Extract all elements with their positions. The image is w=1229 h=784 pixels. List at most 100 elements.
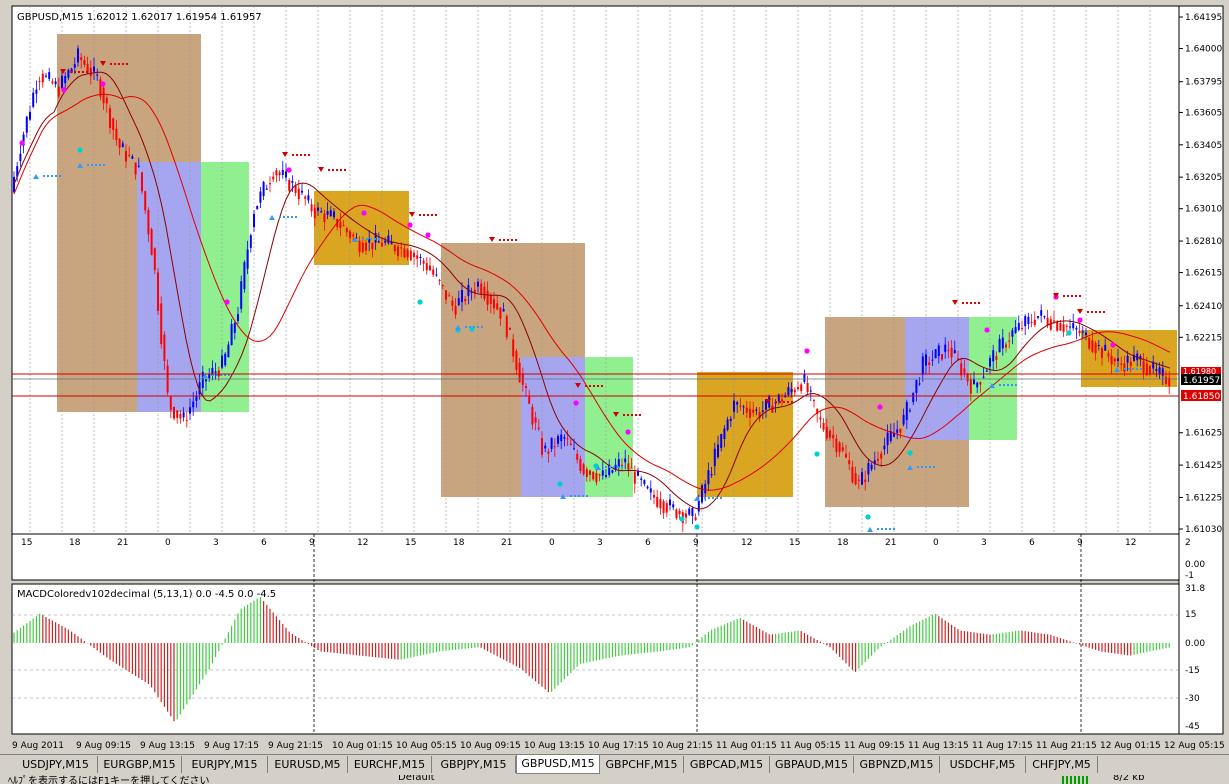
candle-body xyxy=(806,382,809,392)
tab-usdjpy-m15[interactable]: USDJPY,M15 xyxy=(14,756,98,773)
candle-body xyxy=(947,349,950,351)
candle-body xyxy=(93,66,95,72)
candle-body xyxy=(659,499,662,509)
candle-body xyxy=(365,242,367,251)
candle-body xyxy=(710,474,713,476)
signal-dot xyxy=(77,147,83,153)
candle-body xyxy=(829,430,831,438)
signal-dot xyxy=(978,302,980,304)
candle-body xyxy=(400,247,403,249)
hour-label: 21 xyxy=(501,538,512,548)
hour-label: 0 xyxy=(549,538,555,548)
time-label: 10 Aug 21:15 xyxy=(652,741,713,751)
candle-body xyxy=(787,387,790,395)
candle-body xyxy=(413,252,415,257)
hour-label: 9 xyxy=(693,538,699,548)
candle-body xyxy=(227,344,230,358)
signal-dot xyxy=(1124,368,1126,370)
macd-title: MACDColoredv102decimal (5,13,1) 0.0 -4.5… xyxy=(17,589,276,600)
candle-body xyxy=(1085,332,1087,336)
candle-body xyxy=(205,379,207,382)
range-box-10 xyxy=(905,317,969,440)
tab-chfjpy-m5[interactable]: CHFJPY,M5 xyxy=(1026,756,1098,773)
candle-body xyxy=(761,410,764,412)
candle-body xyxy=(886,432,889,446)
candle-body xyxy=(403,248,406,258)
candle-body xyxy=(755,409,758,411)
candle-body xyxy=(256,205,259,210)
hour-label: 6 xyxy=(261,538,267,548)
candle-body xyxy=(841,447,844,451)
signal-dot xyxy=(775,401,777,403)
tab-gbpnzd-m15[interactable]: GBPNZD,M15 xyxy=(854,756,940,773)
hour-label: 3 xyxy=(213,538,219,548)
signal-dot xyxy=(82,71,84,73)
price-tick-label: 1.62215 xyxy=(1185,333,1222,343)
signal-dot xyxy=(1077,317,1083,323)
candle-body xyxy=(1040,310,1043,316)
tab-eurusd-m5[interactable]: EURUSD,M5 xyxy=(268,756,348,773)
signal-dot xyxy=(361,210,367,216)
candle-body xyxy=(448,295,451,297)
candle-body xyxy=(185,420,188,422)
signal-dot xyxy=(1136,368,1138,370)
tab-usdchf-m5[interactable]: USDCHF,M5 xyxy=(940,756,1026,773)
current-price-label: 1.61957 xyxy=(1183,376,1220,386)
candle-body xyxy=(883,445,886,450)
candle-body xyxy=(387,235,390,244)
signal-dot xyxy=(921,466,923,468)
candle-body xyxy=(189,407,191,414)
candle-body xyxy=(1165,376,1167,384)
candle-body xyxy=(1011,330,1014,337)
chart-canvas[interactable]: 1.64195 1.64000 1.63795 1.63605 1.63405 1.632… xyxy=(0,0,1229,756)
time-label: 9 Aug 17:15 xyxy=(204,741,259,751)
hour-panel-axis-label: 0.00 xyxy=(1185,560,1205,570)
candle-body xyxy=(579,459,582,472)
candle-body xyxy=(1017,322,1020,331)
tab-gbpcad-m15[interactable]: GBPCAD,M15 xyxy=(684,756,770,773)
tab-gbpaud-m15[interactable]: GBPAUD,M15 xyxy=(770,756,854,773)
signal-dot xyxy=(427,214,429,216)
candle-body xyxy=(1043,316,1046,318)
signal-dot xyxy=(469,326,471,328)
candle-body xyxy=(134,162,137,175)
candle-body xyxy=(573,448,575,450)
signal-dot xyxy=(291,216,293,218)
tab-gbpchf-m15[interactable]: GBPCHF,M15 xyxy=(600,756,684,773)
candle-body xyxy=(989,357,991,367)
candle-body xyxy=(742,406,745,408)
signal-dot xyxy=(1087,311,1089,313)
tab-eurjpy-m15[interactable]: EURJPY,M15 xyxy=(182,756,268,773)
signal-dot xyxy=(601,385,603,387)
candle-body xyxy=(1110,355,1113,365)
time-label: 11 Aug 21:15 xyxy=(1036,741,1097,751)
candle-body xyxy=(1008,340,1011,342)
time-label: 10 Aug 17:15 xyxy=(588,741,649,751)
hour-label: 9 xyxy=(309,538,315,548)
candle-body xyxy=(857,479,860,481)
signal-dot xyxy=(1110,342,1116,348)
candle-body xyxy=(461,290,463,303)
candle-body xyxy=(217,370,220,377)
candle-body xyxy=(288,180,291,191)
signal-dot xyxy=(787,401,789,403)
candle-body xyxy=(563,437,566,439)
signal-dot xyxy=(74,71,76,73)
tab-eurchf-m15[interactable]: EURCHF,M15 xyxy=(348,756,432,773)
range-box-6 xyxy=(521,357,585,497)
candle-body xyxy=(38,80,41,82)
candle-body xyxy=(585,469,588,477)
signal-dot xyxy=(933,466,935,468)
candle-body xyxy=(598,474,601,476)
candle-body xyxy=(745,407,748,413)
price-tick-label: 1.63010 xyxy=(1185,205,1222,215)
tab-eurgbp-m15[interactable]: EURGBP,M15 xyxy=(98,756,182,773)
tab-gbpjpy-m15[interactable]: GBPJPY,M15 xyxy=(432,756,516,773)
signal-dot xyxy=(708,497,710,499)
candle-body xyxy=(438,279,441,281)
tab-gbpusd-m15[interactable]: GBPUSD,M15 xyxy=(516,755,600,774)
candle-body xyxy=(416,255,419,259)
signal-dot xyxy=(1079,295,1081,297)
hour-label: 3 xyxy=(597,538,603,548)
chart-window[interactable]: 1.64195 1.64000 1.63795 1.63605 1.63405 1.632… xyxy=(0,0,1229,756)
